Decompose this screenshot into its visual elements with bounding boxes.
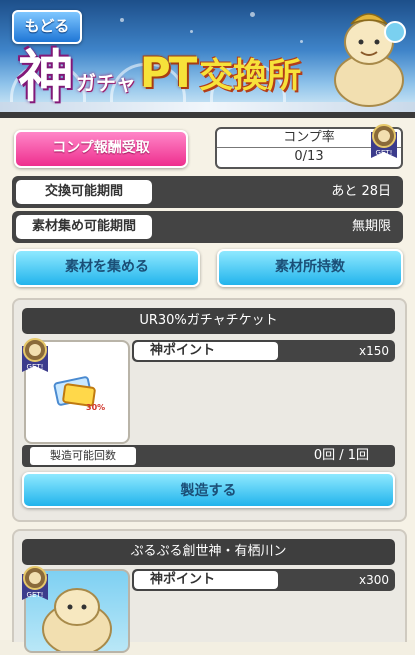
collect-materials-button[interactable]: 素材を集める [14, 249, 200, 287]
collect-period-label: 素材集め可能期間 [16, 215, 152, 239]
craft-button[interactable]: 製造する [22, 472, 395, 508]
point-cost-row: 神ポイント x150 [132, 340, 395, 362]
exchange-item-card: ぷるぷる創世神・有栖川ン 神ポイント x300 [12, 529, 407, 655]
point-cost-label: 神ポイント [134, 571, 278, 589]
item-title: ぷるぷる創世神・有栖川ン [22, 539, 395, 565]
collect-period-value: 無期限 [351, 219, 391, 234]
sparkle [250, 12, 255, 17]
owned-materials-button[interactable]: 素材所持数 [217, 249, 403, 287]
svg-text:GET!: GET! [27, 591, 44, 599]
collect-period-row: 素材集め可能期間 無期限 [12, 211, 403, 243]
svg-text:GET!: GET! [27, 363, 44, 371]
get-badge-icon: GET! [22, 566, 48, 600]
point-cost-label: 神ポイント [134, 342, 278, 360]
sparkle [120, 18, 124, 22]
get-badge-icon: GET! [22, 338, 48, 372]
point-cost-value: x150 [358, 344, 389, 358]
title-kami: 神 [18, 43, 74, 110]
exchange-item-card: UR30%ガチャチケット 30% 神ポイント x150 製造可能回数 0回 / … [12, 298, 407, 522]
craft-count-row: 製造可能回数 0回 / 1回 [22, 445, 395, 467]
exchange-period-value: あと 28日 [331, 184, 391, 199]
item-title: UR30%ガチャチケット [22, 308, 395, 334]
craft-count-value: 0回 / 1回 [313, 448, 369, 463]
point-cost-row: 神ポイント x300 [132, 569, 395, 591]
exchange-period-label: 交換可能期間 [16, 180, 152, 204]
title-pt: PT [139, 47, 197, 97]
header-banner: もどる 神 ガチャ PT 交換所 [0, 0, 415, 112]
get-badge-icon: GET! [371, 124, 397, 158]
exchange-period-row: 交換可能期間 あと 28日 [12, 176, 403, 208]
svg-text:GET!: GET! [376, 149, 393, 157]
claim-complete-reward-button[interactable]: コンプ報酬受取 [14, 130, 188, 168]
title-gacha: ガチャ [76, 70, 136, 95]
point-cost-value: x300 [358, 573, 389, 587]
sparkle [190, 30, 193, 33]
craft-count-label: 製造可能回数 [30, 447, 136, 465]
god-mascot-icon [334, 13, 406, 107]
svg-text:30%: 30% [86, 403, 105, 412]
page-title: 神 ガチャ PT 交換所 [18, 40, 348, 110]
title-shop: 交換所 [199, 55, 302, 96]
